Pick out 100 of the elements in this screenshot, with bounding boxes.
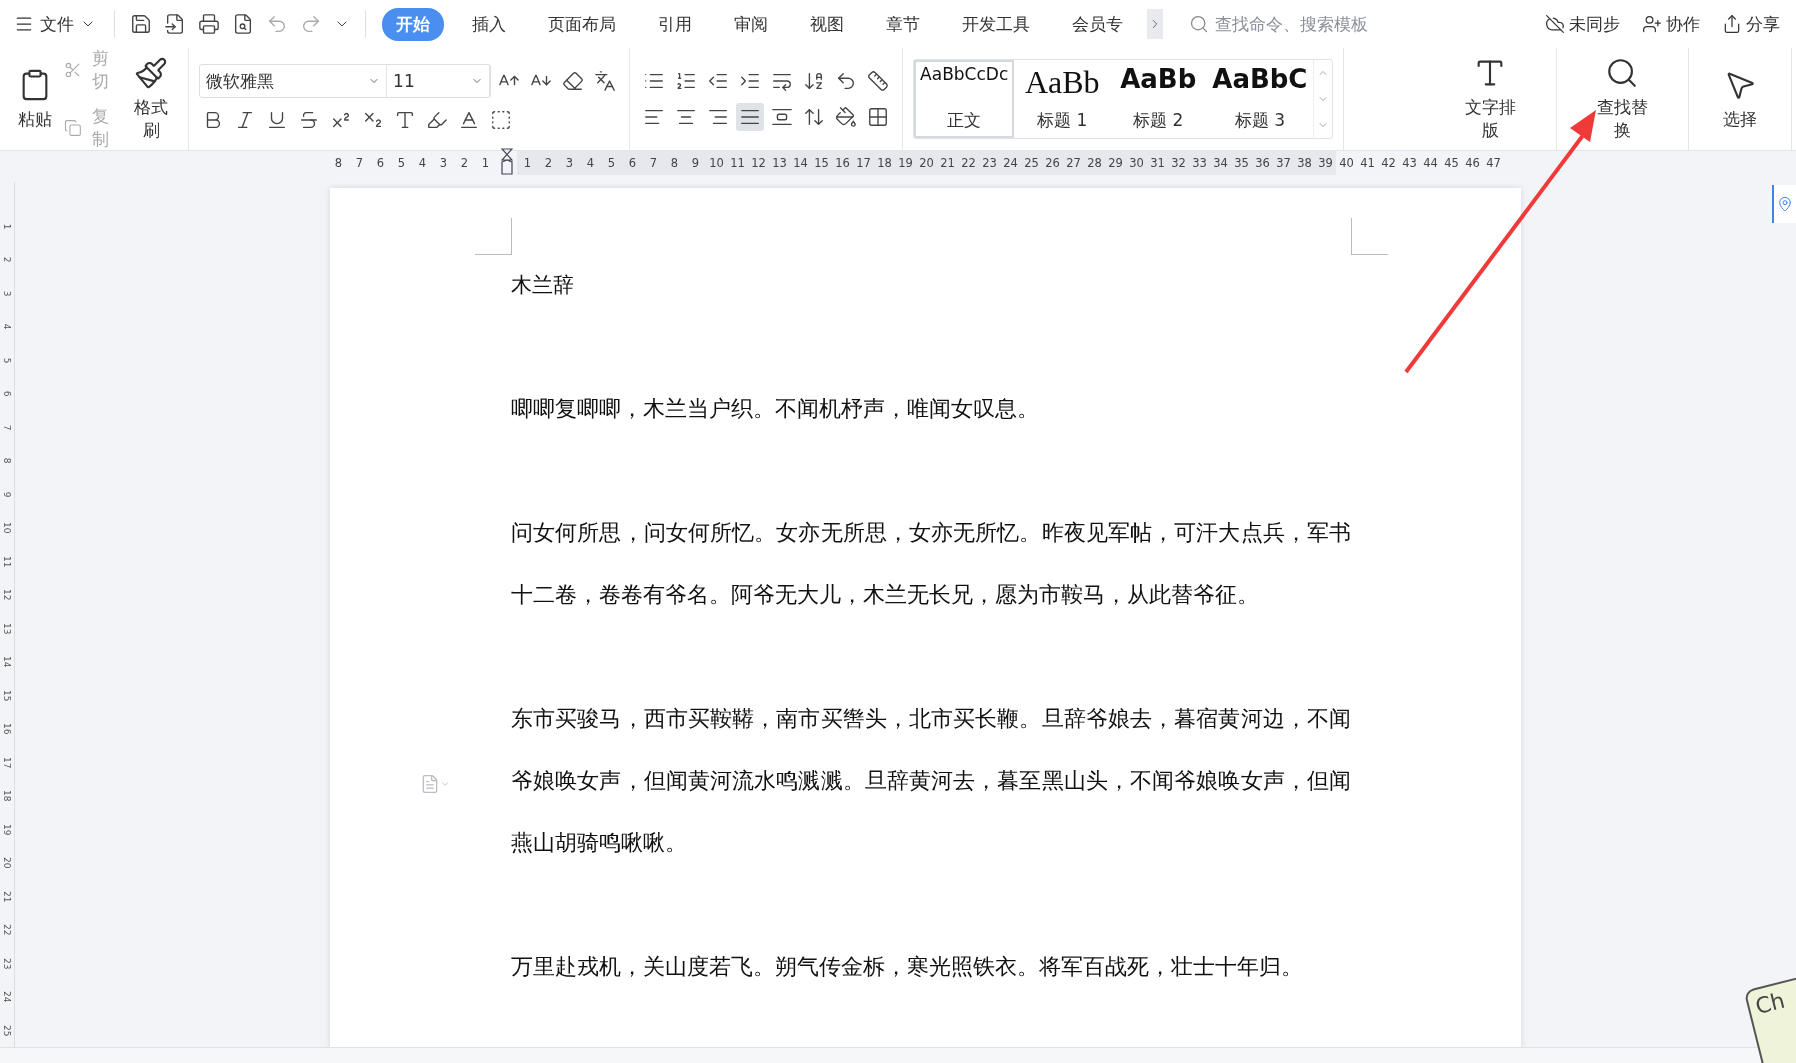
ruler-number: 20 bbox=[916, 151, 937, 175]
ruler-number: 8 bbox=[1, 457, 13, 466]
ribbon-tab[interactable]: 章节 bbox=[872, 7, 934, 41]
ruler-number: 29 bbox=[1105, 151, 1126, 175]
ruler-number: 43 bbox=[1401, 155, 1418, 172]
ruler-number: 15 bbox=[811, 151, 832, 175]
copy-icon bbox=[64, 118, 82, 138]
ruler-number: 2 bbox=[1, 256, 13, 266]
ruler-number: 21 bbox=[937, 151, 958, 175]
ruler-number: 32 bbox=[1168, 151, 1189, 175]
ruler-number: 28 bbox=[1084, 151, 1105, 175]
ruler-number: 14 bbox=[1, 655, 13, 670]
ruler-number: 13 bbox=[1, 621, 13, 636]
ruler-number: 6 bbox=[375, 155, 386, 172]
phonetic-guide-icon[interactable] bbox=[594, 70, 617, 92]
ruler-number: 22 bbox=[958, 151, 979, 175]
ribbon-tab[interactable]: 审阅 bbox=[720, 7, 782, 41]
ruler-number: 5 bbox=[1, 356, 13, 366]
paste-button[interactable]: 粘贴 bbox=[14, 63, 56, 135]
ruler-number: 12 bbox=[748, 151, 769, 175]
ribbon-tab[interactable]: 会员专 bbox=[1058, 7, 1137, 41]
indent-marker-icon[interactable] bbox=[500, 147, 513, 176]
ruler-number: 1 bbox=[480, 155, 491, 172]
file-menu[interactable]: 文件 bbox=[8, 8, 102, 40]
ruler-number: 5 bbox=[396, 155, 407, 172]
search-field[interactable]: 查找命令、搜索模板 bbox=[1189, 13, 1417, 35]
ruler-number: 20 bbox=[1, 856, 13, 870]
ruler-number: 23 bbox=[1, 956, 13, 971]
ruler-number: 25 bbox=[1, 1023, 13, 1038]
style-item[interactable]: AaBbCcDc 正文 bbox=[914, 60, 1015, 138]
save-icon[interactable] bbox=[130, 13, 152, 35]
toolbar-action[interactable]: 协作 bbox=[1634, 12, 1708, 36]
font-name-field[interactable]: 微软雅黑 bbox=[200, 65, 388, 97]
paragraph: 东市买骏马，西市买鞍鞯，南市买辔头，北市买长鞭。旦辞爷娘去，暮宿黄河边，不闻爷娘唤女声，但闻黄河流水鸣溅溅。旦辞黄河去，暮至黑山头，不闻爷娘唤女声，但闻燕山胡骑鸣啾啾。 bbox=[511, 705, 1351, 857]
export-icon[interactable] bbox=[164, 13, 186, 35]
ruler-number: 25 bbox=[1021, 151, 1042, 175]
format-painter-button[interactable]: 格式刷 bbox=[124, 52, 179, 146]
font-size-field[interactable]: 11 bbox=[387, 65, 491, 97]
scissors-icon bbox=[64, 60, 82, 80]
tab-stops-icon[interactable] bbox=[867, 70, 890, 92]
ruler-number: 9 bbox=[685, 151, 706, 175]
align-justify-button[interactable] bbox=[736, 103, 765, 131]
location-pin-tab[interactable] bbox=[1772, 185, 1796, 223]
print-preview-icon[interactable] bbox=[232, 13, 254, 35]
ruler-number: 17 bbox=[853, 151, 874, 175]
ribbon-tool-button[interactable]: 选择 bbox=[1719, 63, 1761, 135]
numbered-list-icon[interactable] bbox=[675, 70, 698, 92]
character-border-icon[interactable] bbox=[490, 109, 513, 131]
ruler-number: 19 bbox=[895, 151, 916, 175]
line-spacing-icon[interactable] bbox=[803, 106, 826, 128]
ruler-number: 5 bbox=[601, 151, 622, 175]
ruler-number: 39 bbox=[1315, 151, 1336, 175]
print-icon[interactable] bbox=[198, 13, 220, 35]
ruler-number: 3 bbox=[438, 155, 449, 172]
clear-format-icon[interactable] bbox=[562, 70, 585, 92]
ruler-number: 44 bbox=[1422, 155, 1439, 172]
ruler-number: 7 bbox=[354, 155, 365, 172]
ruler-number: 2 bbox=[459, 155, 470, 172]
ribbon-tab[interactable]: 引用 bbox=[644, 7, 706, 41]
paragraph: 万里赴戎机，关山度若飞。朔气传金柝，寒光照铁衣。将军百战死，壮士十年归。 bbox=[511, 953, 1304, 981]
ruler-number: 34 bbox=[1210, 151, 1231, 175]
toolbar-action[interactable]: 分享 bbox=[1714, 12, 1788, 36]
ruler-number: 16 bbox=[832, 151, 853, 175]
ruler-number: 1 bbox=[517, 151, 538, 175]
ribbon-tab[interactable]: 插入 bbox=[458, 7, 520, 41]
ruler-number: 17 bbox=[1, 755, 13, 770]
search-icon bbox=[1189, 14, 1209, 34]
borders-icon[interactable] bbox=[867, 106, 890, 128]
distributed-icon bbox=[771, 106, 794, 128]
ruler-number: 36 bbox=[1252, 151, 1273, 175]
ribbon-tab[interactable]: 视图 bbox=[796, 7, 858, 41]
cloud-off-icon bbox=[1545, 14, 1565, 34]
ribbon-tab[interactable]: 页面布局 bbox=[534, 7, 630, 41]
paintbrush-icon bbox=[134, 56, 169, 90]
ruler-number: 3 bbox=[559, 151, 580, 175]
ruler-number: 26 bbox=[1042, 151, 1063, 175]
shading-icon[interactable] bbox=[835, 106, 858, 128]
ruler-number: 4 bbox=[580, 151, 601, 175]
ruler-number: 2 bbox=[538, 151, 559, 175]
ruler-number: 11 bbox=[727, 151, 748, 175]
ribbon-tab[interactable]: 开发工具 bbox=[948, 7, 1044, 41]
ruler-number: 24 bbox=[1, 990, 13, 1004]
share-icon bbox=[1722, 14, 1742, 34]
ruler-number: 6 bbox=[1, 390, 13, 399]
paragraph: 唧唧复唧唧，木兰当户织。不闻机杼声，唯闻女叹息。 bbox=[511, 395, 1040, 423]
ruler-number: 12 bbox=[1, 588, 13, 603]
ruler-number: 30 bbox=[1126, 151, 1147, 175]
ruler-number: 41 bbox=[1359, 155, 1376, 172]
ruler-number: 15 bbox=[1, 688, 13, 703]
ribbon-tool-button[interactable]: 文字排版 bbox=[1454, 52, 1526, 146]
ruler-number: 14 bbox=[790, 151, 811, 175]
document-title: 木兰辞 bbox=[511, 272, 575, 299]
ruler-number: 10 bbox=[1, 521, 13, 536]
highlighter-icon[interactable] bbox=[426, 109, 449, 131]
toolbar-action[interactable]: 未同步 bbox=[1537, 12, 1628, 36]
crop-mark bbox=[475, 218, 512, 255]
ribbon-tool-button[interactable]: 查找替换 bbox=[1586, 52, 1658, 146]
user-plus-icon bbox=[1642, 14, 1662, 34]
ruler-number: 13 bbox=[769, 151, 790, 175]
ruler-number: 7 bbox=[1, 423, 13, 433]
